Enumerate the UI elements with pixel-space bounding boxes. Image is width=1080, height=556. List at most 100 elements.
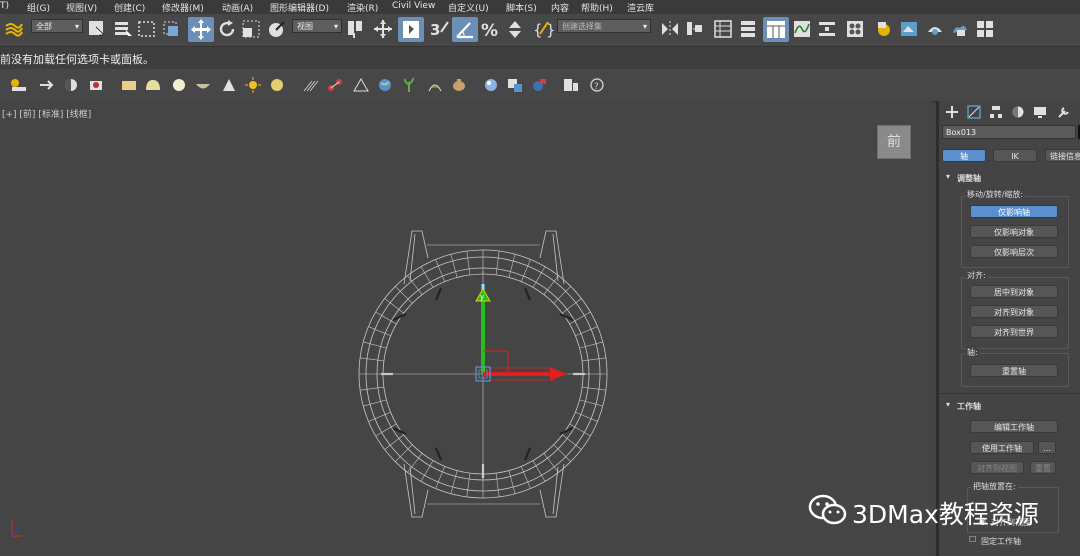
align-to-world-button[interactable]: 对齐到世界 [970,325,1058,338]
menu-item-customize[interactable]: 自定义(U) [448,1,489,14]
foliage-icon[interactable] [426,77,444,93]
link-icon[interactable] [3,18,25,40]
camera-icon[interactable] [88,77,106,93]
plant-icon[interactable] [400,77,418,93]
material-editor-icon[interactable] [844,18,866,40]
keyboard-shortcut-override-button[interactable] [398,17,424,42]
render-element-icon[interactable] [530,77,548,93]
connect-icon[interactable] [326,77,344,93]
rollout-working-pivot[interactable]: 工作轴 [957,401,981,412]
menu-item-civil-view[interactable]: Civil View [392,1,435,11]
schematic-view-icon[interactable] [816,18,838,40]
menu-item-animation[interactable]: 动画(A) [222,1,253,14]
menu-item-cloud-library[interactable]: 渲云库 [627,1,654,14]
toggle-ribbon-button[interactable] [763,17,789,42]
bezel-segment [450,470,458,494]
sphere-icon[interactable] [170,77,188,93]
utilities-tab-icon[interactable] [1057,105,1071,119]
half-sphere-icon[interactable] [62,77,80,93]
affect-object-only-button[interactable]: 仅影响对象 [970,225,1058,238]
menu-item-create[interactable]: 创建(C) [114,1,145,14]
align-icon[interactable] [684,18,706,40]
motion-tab-icon[interactable] [1011,105,1025,119]
edit-working-pivot-button[interactable]: 编辑工作轴 [970,420,1058,433]
reset-working-pivot-button[interactable]: 重置 [1030,461,1056,474]
rectangular-selection-icon[interactable] [136,18,158,40]
reset-pivot-button[interactable]: 重置轴 [970,364,1058,377]
pivot-center-icon[interactable] [345,18,367,40]
menu-item-view[interactable]: 视图(V) [66,1,97,14]
reference-coordinate-dropdown[interactable]: 视图 ▾ [292,19,342,33]
bowl-icon[interactable] [194,77,212,93]
lock-working-pivot-checkbox[interactable]: ☐ [969,535,976,544]
angle-snap-button[interactable] [452,17,478,42]
teapot-icon[interactable] [450,77,468,93]
menu-item-content[interactable]: 内容 [551,1,569,14]
curve-editor-icon[interactable] [791,18,813,40]
select-by-name-icon[interactable] [112,18,134,40]
layer-explorer-icon[interactable] [737,18,759,40]
rollout-toggle-icon[interactable]: ▾ [946,172,950,181]
menu-item-graph-editors[interactable]: 图形编辑器(D) [270,1,329,14]
menu-item-group[interactable]: 组(G) [27,1,50,14]
helper-icon[interactable] [352,77,370,93]
create-tab-icon[interactable] [945,105,959,119]
spinner-snap-icon[interactable] [504,18,526,40]
menu-item-rendering[interactable]: 渲染(R) [347,1,378,14]
display-tab-icon[interactable] [1033,105,1047,119]
camera-move-icon[interactable] [38,77,56,93]
material-sphere-icon[interactable] [482,77,500,93]
align-to-view-button[interactable]: 对齐到视图 [970,461,1024,474]
window-crossing-icon[interactable] [160,18,182,40]
a360-gallery-icon[interactable] [974,18,996,40]
snaps-toggle-icon[interactable]: 3 [428,18,450,40]
tab-ik[interactable]: IK [993,149,1037,162]
menu-item-modifiers[interactable]: 修改器(M) [162,1,204,14]
rollout-adjust-pivot[interactable]: 调整轴 [957,173,981,184]
menu-item[interactable]: T) [0,1,9,11]
menu-item-scripting[interactable]: 脚本(S) [506,1,537,14]
render-production-icon[interactable] [924,18,946,40]
named-selection-input[interactable]: 创建选择集 ▾ [557,19,651,33]
hair-icon[interactable] [302,77,320,93]
mirror-icon[interactable] [659,18,681,40]
align-to-object-button[interactable]: 对齐到对象 [970,305,1058,318]
tab-link-info[interactable]: 链接信息 [1045,149,1080,162]
light-bulb-icon[interactable] [268,77,286,93]
converter-icon[interactable] [562,77,580,93]
rollout-toggle-icon[interactable]: ▾ [946,400,950,409]
center-to-object-button[interactable]: 居中到对象 [970,285,1058,298]
world-icon[interactable] [376,77,394,93]
proxy-icon[interactable] [506,77,524,93]
percent-snap-icon[interactable]: % [480,18,502,40]
manipulate-icon[interactable] [372,18,394,40]
hierarchy-tab-icon[interactable] [989,105,1003,119]
rotate-icon[interactable] [216,18,238,40]
affect-pivot-only-button[interactable]: 仅影响轴 [970,205,1058,218]
scale-icon[interactable] [240,18,262,40]
select-place-icon[interactable] [266,18,288,40]
bezel-segment [466,473,471,497]
edit-named-selection-icon[interactable]: {} [532,18,554,40]
front-viewport[interactable]: [+] [前] [标准] [线框] 前 y [0,101,932,556]
sun-icon[interactable] [244,77,262,93]
render-in-cloud-icon[interactable] [949,18,971,40]
help-icon[interactable]: ? [588,77,606,93]
tab-pivot[interactable]: 轴 [942,149,986,162]
render-setup-icon[interactable] [874,18,896,40]
cone-icon[interactable] [220,77,238,93]
scene-explorer-icon[interactable] [712,18,734,40]
select-object-icon[interactable] [86,18,108,40]
rendered-frame-window-icon[interactable] [898,18,920,40]
working-pivot-options-button[interactable]: ... [1038,441,1056,454]
dome-icon[interactable] [144,77,162,93]
affect-hierarchy-only-button[interactable]: 仅影响层次 [970,245,1058,258]
object-name-field[interactable]: Box013 [942,125,1076,139]
move-button[interactable] [188,17,214,42]
selection-filter-dropdown[interactable]: 全部 ▾ [31,19,83,33]
plane-icon[interactable] [120,77,138,93]
light-icon[interactable] [8,77,26,93]
use-working-pivot-button[interactable]: 使用工作轴 [970,441,1034,454]
menu-item-help[interactable]: 帮助(H) [581,1,613,14]
modify-tab-icon[interactable] [967,105,981,119]
